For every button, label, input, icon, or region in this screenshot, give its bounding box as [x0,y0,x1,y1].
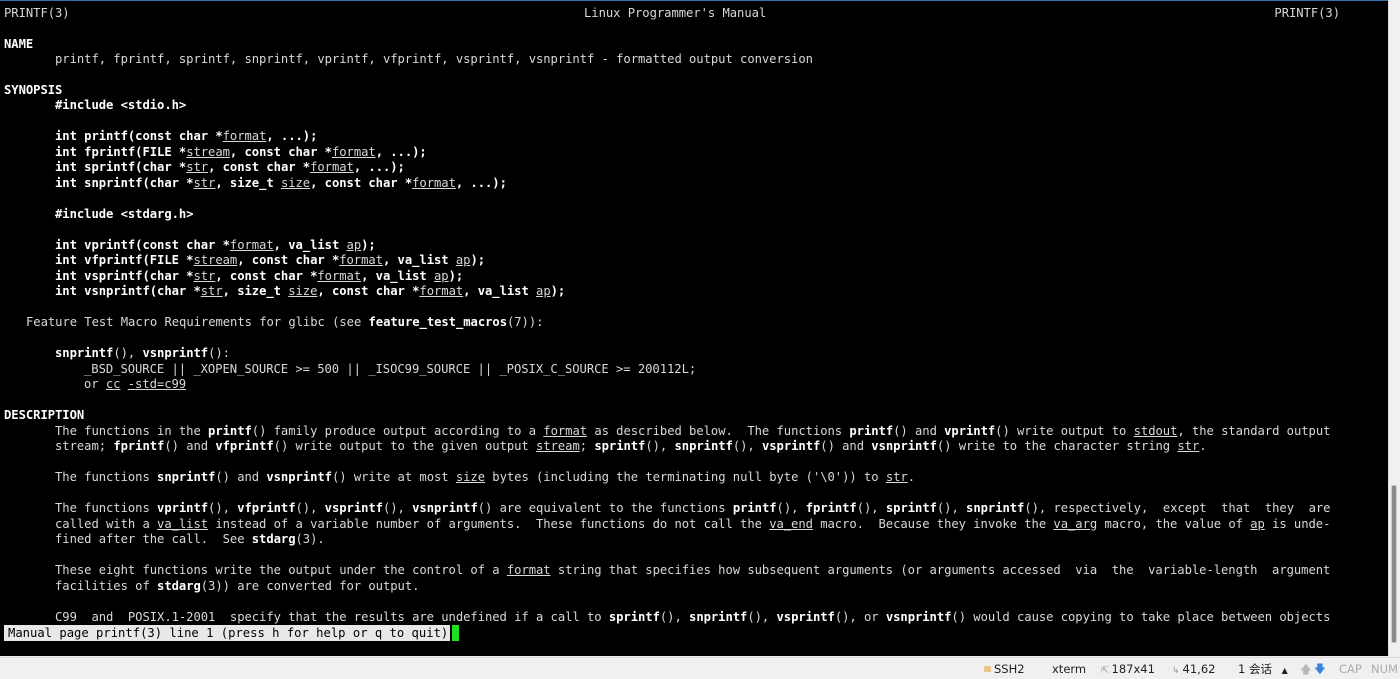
vertical-scrollbar[interactable] [1388,0,1400,657]
include-stdarg: #include <stdarg.h> [55,207,194,221]
status-num: NUM [1371,662,1398,676]
pager-prompt: Manual page printf(3) line 1 (press h fo… [4,625,451,641]
status-sessions[interactable]: 1 会话 ▲ [1238,661,1288,677]
proto-sprintf: int sprintf(char *str, const char *forma… [55,160,405,174]
status-size: ⇱ 187x41 [1101,661,1155,677]
status-protocol: SSH2 [984,661,1025,677]
download-arrow-icon: 🡇 [1314,662,1326,676]
proto-vprintf: int vprintf(const char *format, va_list … [55,238,376,252]
description-line: C99 and POSIX.1-2001 specify that the re… [55,610,1331,624]
man-header-left: PRINTF(3) [4,6,70,20]
status-cursor-pos: ↳ 41,62 [1172,661,1215,677]
cursor-position-icon: ↳ [1172,666,1180,676]
section-description-heading: DESCRIPTION [4,408,85,422]
description-line: The functions vprintf(), vfprintf(), vsp… [55,501,1331,515]
proto-vfprintf: int vfprintf(FILE *stream, const char *f… [55,253,486,267]
section-name-heading: NAME [4,37,34,51]
caret-up-icon[interactable]: ▲ [1282,666,1288,675]
description-line: facilities of stdarg(3)) are converted f… [55,579,420,593]
description-line: These eight functions write the output u… [55,563,1331,577]
feature-test-line: Feature Test Macro Requirements for glib… [26,315,544,329]
include-stdio: #include <stdio.h> [55,98,187,112]
ftm-functions: snprintf(), vsnprintf(): [55,346,230,360]
status-terminal-type: xterm [1052,662,1087,676]
proto-vsnprintf: int vsnprintf(char *str, size_t size, co… [55,284,566,298]
proto-vsprintf: int vsprintf(char *str, const char *form… [55,269,464,283]
proto-fprintf: int fprintf(FILE *stream, const char *fo… [55,145,427,159]
description-line: called with a va_list instead of a varia… [55,517,1331,531]
man-header-right: PRINTF(3) [1274,6,1340,20]
description-line: stream; fprintf() and vfprintf() write o… [55,439,1207,453]
terminal-screen[interactable]: PRINTF(3) Linux Programmer's Manual PRIN… [0,1,1388,656]
proto-snprintf: int snprintf(char *str, size_t size, con… [55,176,507,190]
status-cap: CAP [1339,662,1362,676]
status-bar: SSH2 xterm ⇱ 187x41 ↳ 41,62 1 会话 ▲ 🡅 🡇 CAP… [0,657,1400,678]
section-synopsis-heading: SYNOPSIS [4,83,63,97]
description-line: The functions snprintf() and vsnprintf()… [55,470,915,484]
upload-arrow-icon: 🡅 [1300,662,1312,676]
terminal-cursor [452,625,459,641]
man-header-center: Linux Programmer's Manual [584,6,767,20]
proto-printf: int printf(const char *format, ...); [55,129,318,143]
description-line: fined after the call. See stdarg(3). [55,532,325,546]
ftm-macros: _BSD_SOURCE || _XOPEN_SOURCE >= 500 || _… [84,362,697,376]
name-description: printf, fprintf, sprintf, snprintf, vpri… [55,52,813,66]
lock-icon [984,666,991,672]
scrollbar-thumb[interactable] [1391,485,1397,643]
description-line: The functions in the printf() family pro… [55,424,1331,438]
resize-icon: ⇱ [1101,666,1109,676]
ftm-or-cc: or cc -std=c99 [84,377,187,391]
